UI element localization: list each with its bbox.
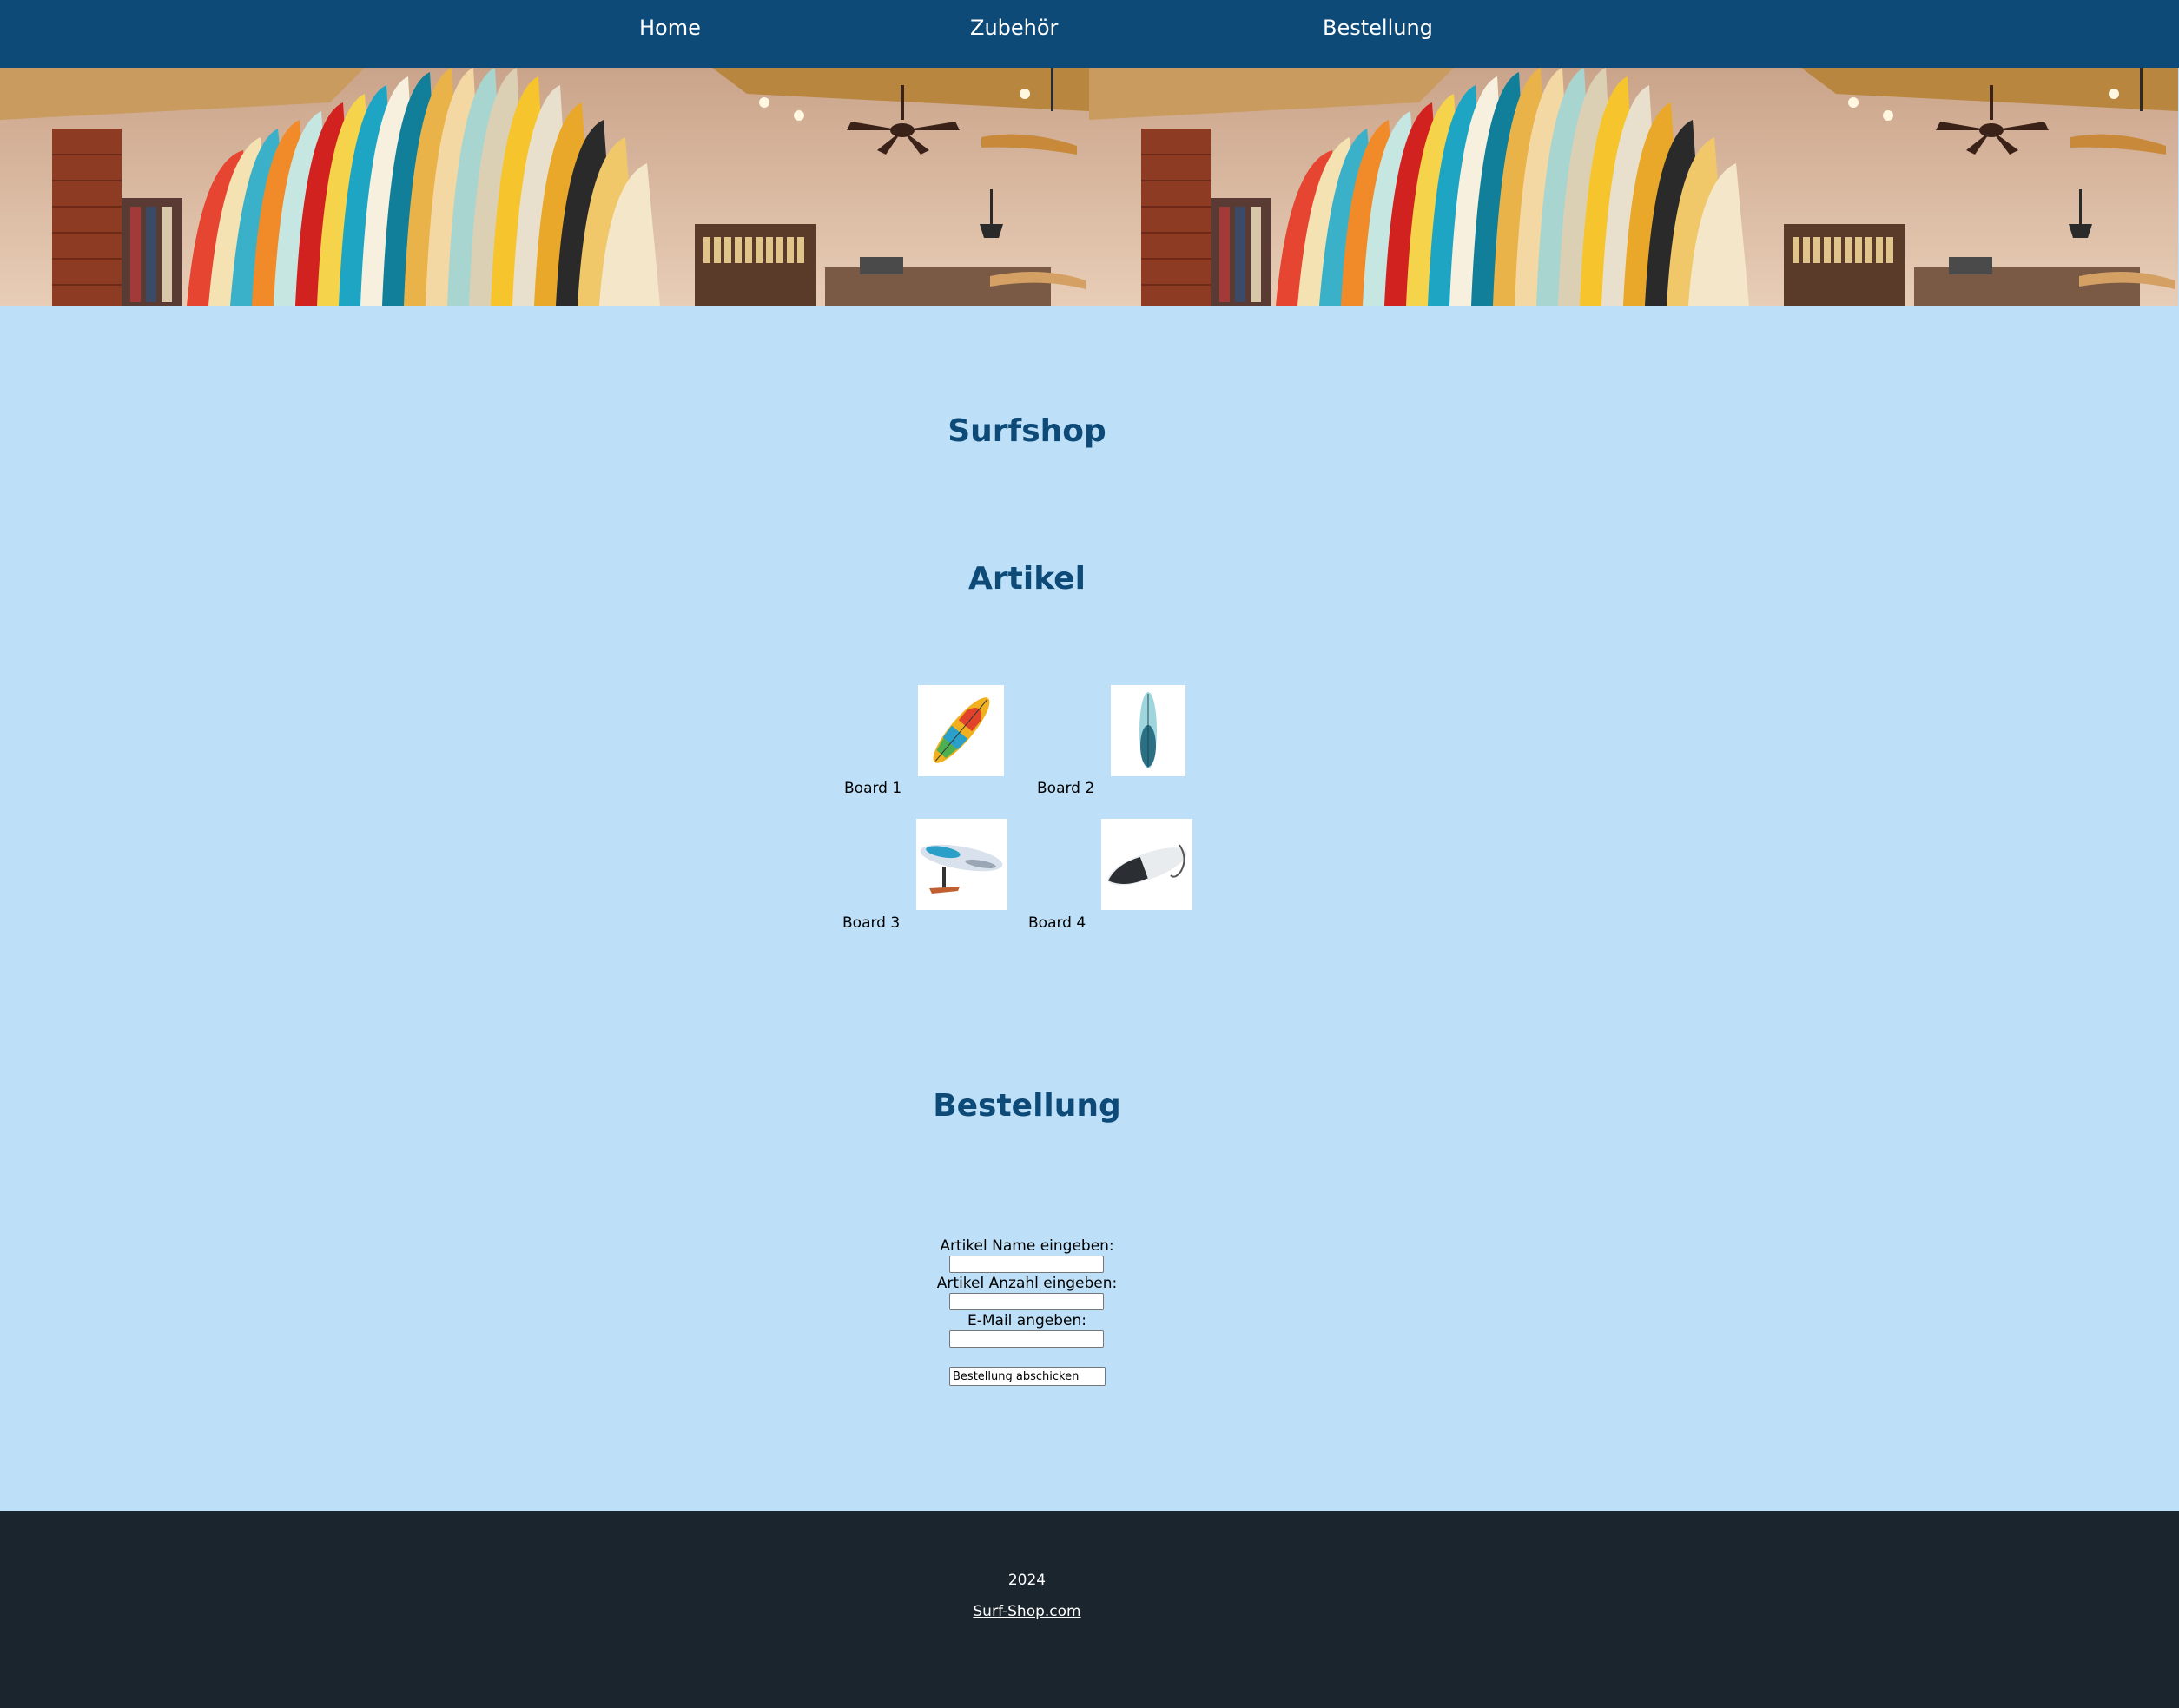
submit-order-button[interactable]: Bestellung abschicken [949,1367,1106,1386]
board-4-label: Board 4 [1028,914,1086,932]
board-2-label: Board 2 [1037,780,1095,797]
board-4-image[interactable] [1101,819,1192,910]
hero-banner-image [0,68,2179,306]
footer-site-link[interactable]: Surf-Shop.com [0,1603,2054,1620]
article-name-label: Artikel Name eingeben: [940,1237,1114,1255]
nav-zubehoer[interactable]: Zubehör [970,16,1058,40]
footer: 2024 Surf-Shop.com [0,1511,2179,1708]
nav-home[interactable]: Home [639,16,701,40]
order-heading: Bestellung [933,1088,1121,1124]
board-2-image[interactable] [1111,685,1185,776]
email-input[interactable] [949,1330,1104,1348]
article-quantity-label: Artikel Anzahl eingeben: [936,1275,1118,1292]
nav-bestellung[interactable]: Bestellung [1323,16,1433,40]
email-label: E-Mail angeben: [967,1312,1086,1329]
top-navigation: Home Zubehör Bestellung [0,0,2179,68]
board-1-image[interactable] [918,685,1004,776]
page-title: Surfshop [948,413,1106,449]
footer-year: 2024 [1007,1572,1047,1589]
article-quantity-input[interactable] [949,1293,1104,1310]
article-name-input[interactable] [949,1256,1104,1273]
board-3-image[interactable] [916,819,1007,910]
board-1-label: Board 1 [844,780,902,797]
board-3-label: Board 3 [842,914,901,932]
articles-heading: Artikel [968,561,1086,597]
